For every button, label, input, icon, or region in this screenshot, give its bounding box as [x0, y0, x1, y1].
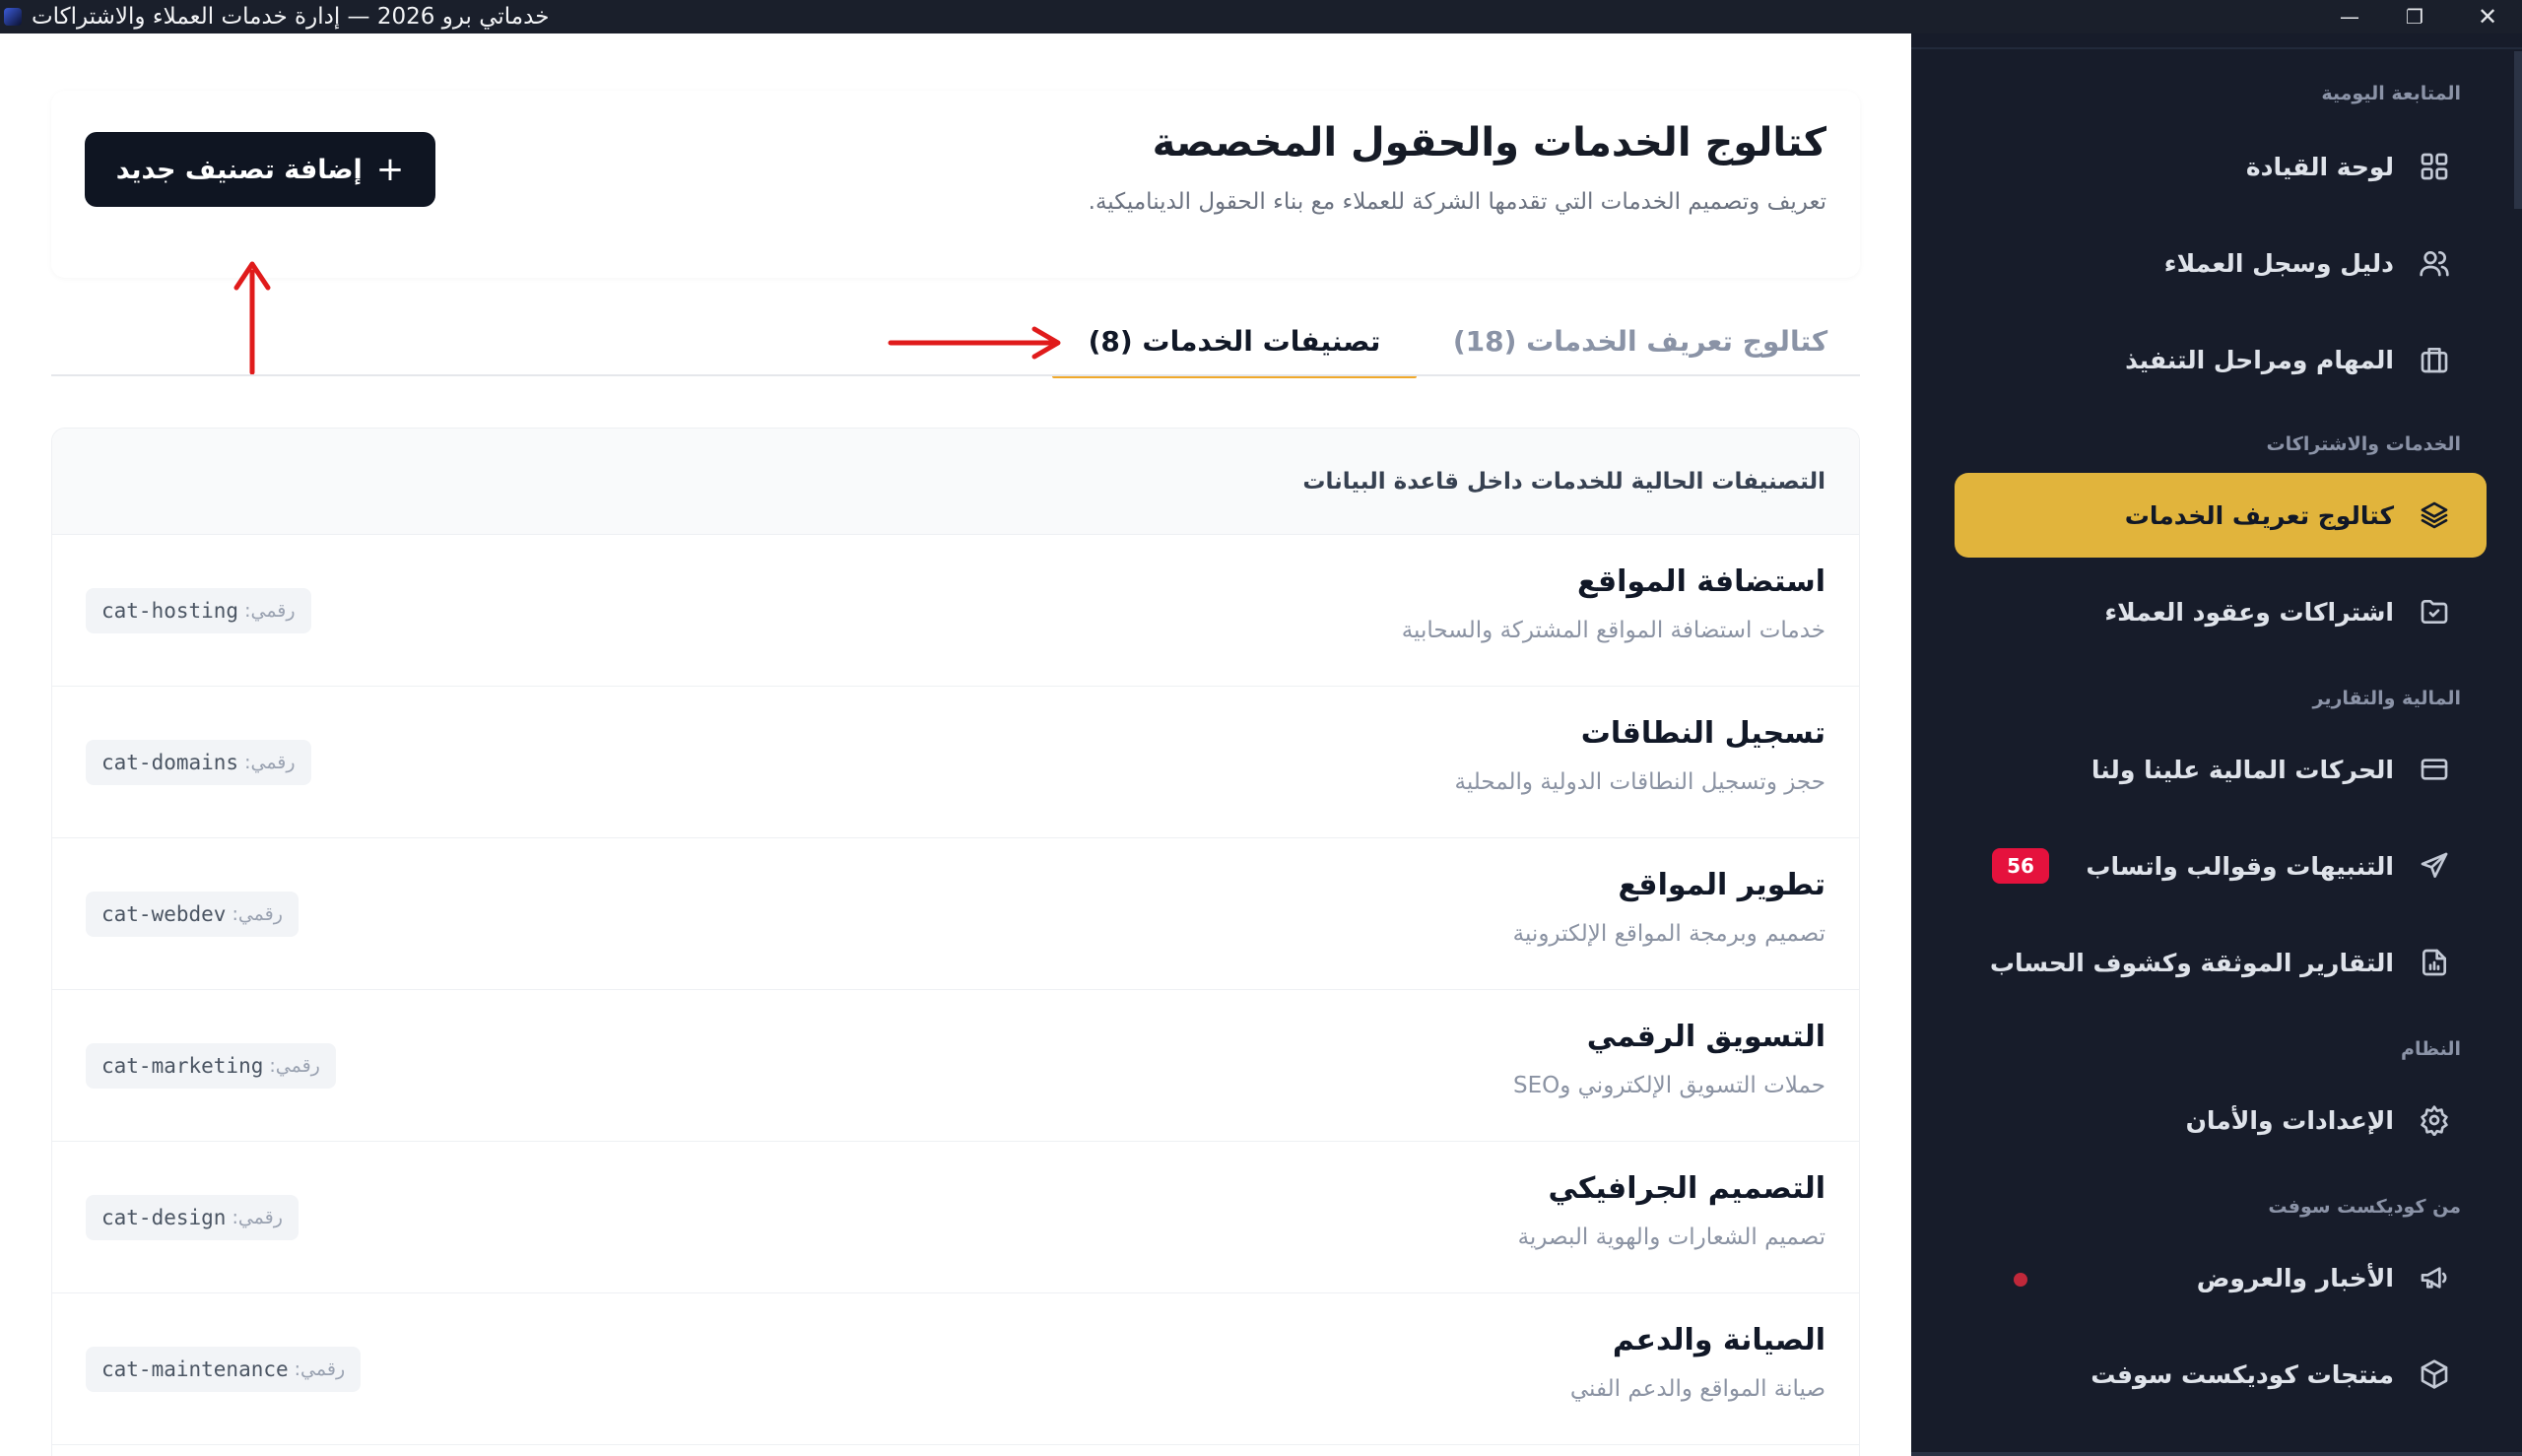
category-description: تصميم الشعارات والهوية البصرية — [1517, 1224, 1825, 1250]
tab-services-catalog[interactable]: كتالوج تعريف الخدمات (18) — [1438, 305, 1842, 376]
grid-icon — [2418, 150, 2451, 183]
app-logo-icon — [4, 8, 22, 26]
briefcase-icon — [2418, 343, 2451, 376]
categories-list: التصنيفات الحالية للخدمات داخل قاعدة الب… — [51, 428, 1860, 1456]
table-row[interactable]: التصميم الجرافيكي تصميم الشعارات والهوية… — [52, 1142, 1859, 1293]
sidebar-item-settings[interactable]: الإعدادات والأمان — [1955, 1078, 2487, 1162]
category-id-badge: cat-maintenance رقمي: — [86, 1347, 362, 1392]
category-name: التصميم الجرافيكي — [1548, 1171, 1825, 1206]
category-id: cat-design — [101, 1206, 227, 1229]
category-id-badge: cat-webdev رقمي: — [86, 892, 299, 937]
category-id: cat-domains — [101, 751, 239, 774]
tab-service-categories[interactable]: تصنيفات الخدمات (8) — [1052, 305, 1417, 378]
window-title: خدماتي برو 2026 — إدارة خدمات العملاء وا… — [32, 4, 550, 30]
notifications-count-badge: 56 — [1992, 848, 2049, 884]
sidebar: المتابعة اليومية لوحة القيادة دليل وسجل … — [1911, 33, 2522, 1456]
table-row[interactable]: تطوير المواقع تصميم وبرمجة المواقع الإلك… — [52, 838, 1859, 990]
sidebar-section-system: النظام — [2401, 1038, 2461, 1060]
file-chart-icon — [2418, 946, 2451, 979]
category-id-badge: cat-marketing رقمي: — [86, 1043, 336, 1089]
category-description: حملات التسويق الإلكتروني وSEO — [1512, 1073, 1825, 1098]
main-content: كتالوج الخدمات والحقول المخصصة تعريف وتص… — [0, 33, 1911, 1456]
sidebar-item-label: الإعدادات والأمان — [2185, 1105, 2394, 1135]
sidebar-item-label: المهام ومراحل التنفيذ — [2125, 345, 2394, 374]
sidebar-item-label: منتجات كوديكست سوفت — [2091, 1359, 2394, 1389]
sidebar-section-services: الخدمات والاشتراكات — [2266, 433, 2461, 455]
sidebar-bottom-divider — [1911, 1452, 2522, 1456]
table-row[interactable]: الصيانة والدعم صيانة المواقع والدعم الفن… — [52, 1293, 1859, 1445]
close-button[interactable]: ✕ — [2455, 0, 2520, 33]
category-name: التسويق الرقمي — [1586, 1020, 1825, 1054]
sidebar-item-label: اشتراكات وعقود العملاء — [2104, 597, 2394, 627]
sidebar-item-customers[interactable]: دليل وسجل العملاء — [1955, 221, 2487, 305]
category-id-label: رقمي: — [244, 752, 296, 773]
table-row[interactable]: التسويق الرقمي حملات التسويق الإلكتروني … — [52, 990, 1859, 1142]
table-row[interactable]: تسجيل النطاقات حجز وتسجيل النطاقات الدول… — [52, 687, 1859, 838]
table-row[interactable]: استضافة المواقع خدمات استضافة المواقع ال… — [52, 535, 1859, 687]
category-name: الصيانة والدعم — [1612, 1323, 1825, 1357]
sidebar-section-finance: المالية والتقارير — [2312, 688, 2461, 709]
users-icon — [2418, 246, 2451, 280]
sidebar-item-label: لوحة القيادة — [2245, 152, 2394, 181]
sidebar-item-label: كتالوج تعريف الخدمات — [2124, 500, 2394, 530]
red-arrow-up-icon — [233, 261, 271, 374]
gear-icon — [2418, 1103, 2451, 1137]
folder-check-icon — [2418, 595, 2451, 629]
category-id-badge: cat-domains رقمي: — [86, 740, 311, 785]
category-name: استضافة المواقع — [1576, 564, 1825, 599]
sidebar-scrollbar[interactable] — [2514, 51, 2522, 209]
category-name: تسجيل النطاقات — [1580, 716, 1825, 751]
page-subtitle: تعريف وتصميم الخدمات التي تقدمها الشركة … — [1088, 189, 1826, 215]
sidebar-item-label: الأخبار والعروض — [2196, 1263, 2394, 1292]
sidebar-item-label: دليل وسجل العملاء — [2163, 248, 2394, 278]
minimize-button[interactable]: — — [2317, 0, 2382, 33]
sidebar-item-notifications[interactable]: التنبيهات وقوالب واتساب 56 — [1955, 824, 2487, 908]
plus-icon: + — [375, 150, 405, 189]
category-id: cat-hosting — [101, 599, 239, 623]
sidebar-item-label: الحركات المالية علينا ولنا — [2091, 755, 2394, 784]
add-category-label: إضافة تصنيف جديد — [115, 154, 363, 185]
category-id-label: رقمي: — [232, 1207, 283, 1228]
category-id-badge: cat-design رقمي: — [86, 1195, 299, 1240]
sidebar-item-reports[interactable]: التقارير الموثقة وكشوف الحساب — [1955, 920, 2487, 1005]
category-description: تصميم وبرمجة المواقع الإلكترونية — [1512, 921, 1825, 947]
sidebar-item-services-catalog[interactable]: كتالوج تعريف الخدمات — [1955, 473, 2487, 558]
category-description: صيانة المواقع والدعم الفني — [1569, 1376, 1825, 1402]
credit-card-icon — [2418, 753, 2451, 786]
page-title: كتالوج الخدمات والحقول المخصصة — [1152, 120, 1826, 165]
category-id: cat-maintenance — [101, 1357, 289, 1381]
sidebar-section-daily: المتابعة اليومية — [2321, 83, 2461, 104]
maximize-button[interactable]: ❐ — [2382, 0, 2447, 33]
category-id: cat-webdev — [101, 902, 227, 926]
category-name: تطوير المواقع — [1618, 868, 1825, 902]
category-id-badge: cat-hosting رقمي: — [86, 588, 311, 633]
sidebar-item-dashboard[interactable]: لوحة القيادة — [1955, 124, 2487, 209]
package-icon — [2418, 1357, 2451, 1391]
tabs-divider — [51, 374, 1860, 376]
sidebar-item-news[interactable]: الأخبار والعروض — [1955, 1235, 2487, 1320]
category-id: cat-marketing — [101, 1054, 264, 1078]
sidebar-item-label: التقارير الموثقة وكشوف الحساب — [1989, 948, 2394, 977]
sidebar-item-tasks[interactable]: المهام ومراحل التنفيذ — [1955, 317, 2487, 402]
sidebar-item-transactions[interactable]: الحركات المالية علينا ولنا — [1955, 727, 2487, 812]
sidebar-top-divider — [1911, 47, 2522, 49]
sidebar-item-products[interactable]: منتجات كوديكست سوفت — [1955, 1332, 2487, 1417]
category-id-label: رقمي: — [269, 1055, 320, 1077]
red-arrow-right-icon — [888, 326, 1061, 360]
sidebar-item-label: التنبيهات وقوالب واتساب — [2086, 851, 2394, 881]
add-category-button[interactable]: + إضافة تصنيف جديد — [85, 132, 435, 207]
category-id-label: رقمي: — [244, 600, 296, 622]
news-unread-dot — [2014, 1273, 2027, 1287]
send-icon — [2418, 849, 2451, 883]
category-description: حجز وتسجيل النطاقات الدولية والمحلية — [1454, 769, 1826, 795]
sidebar-section-codixt: من كوديكست سوفت — [2268, 1196, 2461, 1218]
sidebar-item-subscriptions[interactable]: اشتراكات وعقود العملاء — [1955, 569, 2487, 654]
megaphone-icon — [2418, 1261, 2451, 1294]
layers-icon — [2418, 498, 2451, 532]
list-heading: التصنيفات الحالية للخدمات داخل قاعدة الب… — [52, 429, 1859, 535]
category-description: خدمات استضافة المواقع المشتركة والسحابية — [1401, 618, 1825, 643]
category-id-label: رقمي: — [232, 903, 283, 925]
window-title-bar: خدماتي برو 2026 — إدارة خدمات العملاء وا… — [0, 0, 2522, 33]
category-id-label: رقمي: — [294, 1358, 346, 1380]
